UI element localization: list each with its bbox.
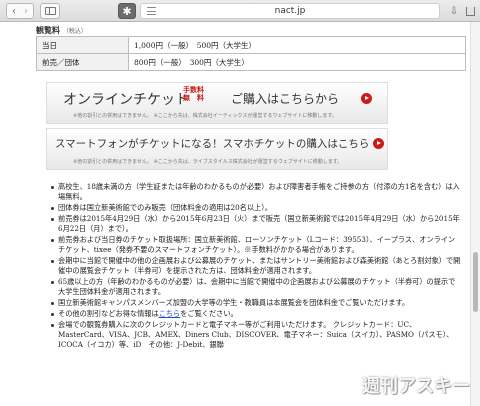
extension-button[interactable]: ✱	[118, 3, 136, 19]
list-item: 会期中に当館で開催中の他の企画展および公募展のチケット、またはサントリー美術館お…	[50, 256, 462, 277]
fees-heading-note: （税込）	[62, 28, 87, 35]
list-item: 65歳以上の方（年齢のわかるものが必要）は、会期中に当館で開催中の企画展および公…	[50, 277, 462, 298]
back-icon[interactable]: ‹	[8, 6, 20, 17]
fees-table: 当日 1,000円（一般） 500円（大学生） 前売／団体 800円（一般） 3…	[36, 36, 466, 71]
share-button[interactable]	[462, 3, 478, 19]
list-item: 前売券および当日券のチケット取扱場所：国立新美術館、ローソンチケット（Lコード：…	[50, 235, 462, 256]
scrollbar-thumb[interactable]	[473, 252, 478, 312]
discount-info-text: その他の割引などお得な情報は	[58, 309, 159, 319]
extension-icon: ✱	[122, 4, 132, 18]
online-ticket-banner[interactable]: オンラインチケット 手数料 無 料 ご購入はこちらから ※他の割引との併用はでき…	[46, 82, 388, 124]
discount-info-text-end: をご覧ください。	[180, 309, 238, 319]
page-content: 観覧料 （税込） 当日 1,000円（一般） 500円（大学生） 前売／団体 8…	[30, 22, 470, 406]
list-item: 前売券は2015年4月29日（水）から2015年6月23日（火）まで販売（国立新…	[50, 214, 462, 235]
notes-list: 高校生、18歳未満の方（学生証または年齢のわかるものが必要）および障害者手帳をご…	[50, 182, 462, 351]
fee-value: 1,000円（一般） 500円（大学生）	[128, 36, 466, 54]
fee-label: 当日	[36, 36, 129, 54]
arrow-right-icon	[361, 93, 372, 104]
online-ticket-title: オンラインチケット	[63, 92, 189, 108]
smartphone-ticket-note: ※他の割引との併用はできません。 ※ここから先は、ライブスタイルス株式会社が運営…	[73, 159, 343, 165]
sidebar-icon	[44, 7, 56, 15]
watermark-logo: 週刊アスキー	[362, 376, 470, 397]
fees-heading: 観覧料 （税込）	[36, 25, 87, 36]
url-text: nact.jp	[274, 6, 306, 16]
free-fee-badge: 手数料 無 料	[183, 86, 204, 102]
sidebar-button[interactable]	[40, 3, 60, 19]
vertical-scrollbar[interactable]	[470, 22, 480, 406]
smartphone-ticket-title: スマートフォンがチケットになる！スマホチケットの購入はこちら	[55, 138, 370, 150]
table-row: 当日 1,000円（一般） 500円（大学生）	[36, 36, 466, 54]
list-item: その他の割引などお得な情報はこちらをご覧ください。	[50, 309, 462, 319]
forward-icon[interactable]: ›	[20, 6, 32, 17]
browser-window: ‹ › ✱ nact.jp ⇩ 観覧料 （税込） 当日 1,000円（一般） 5…	[0, 0, 480, 406]
download-icon: ⇩	[449, 5, 459, 17]
online-ticket-note: ※他の割引との併用はできません。 ※ここから先は、株式会社イーティックスが運営す…	[73, 113, 337, 119]
arrow-right-icon	[373, 138, 384, 149]
table-row: 前売／団体 800円（一般） 300円（大学生）	[36, 53, 466, 71]
smartphone-ticket-banner[interactable]: スマートフォンがチケットになる！スマホチケットの購入はこちら ※他の割引との併用…	[46, 128, 388, 170]
address-bar[interactable]: nact.jp	[140, 3, 440, 19]
share-icon	[465, 6, 475, 16]
list-item: 国立新美術館キャンパスメンバーズ加盟の大学等の学生・教職員は本展覧会を団体料金で…	[50, 298, 462, 308]
fee-value: 800円（一般） 300円（大学生）	[128, 53, 466, 71]
list-item: 高校生、18歳未満の方（学生証または年齢のわかるものが必要）および障害者手帳をご…	[50, 182, 462, 203]
list-item: 会場での観覧券購入に次のクレジットカードと電子マネー等がご利用いただけます。 ク…	[50, 320, 462, 351]
free-fee-badge-line1: 手数料	[183, 86, 204, 94]
browser-toolbar: ‹ › ✱ nact.jp ⇩	[0, 0, 480, 22]
fees-heading-text: 観覧料	[36, 26, 60, 35]
back-forward-buttons[interactable]: ‹ ›	[6, 3, 34, 19]
list-item: 団体券は国立新美術館でのみ販売（団体料金の適用は20名以上）。	[50, 203, 462, 213]
fee-label: 前売／団体	[36, 53, 129, 71]
download-button[interactable]: ⇩	[446, 3, 462, 19]
discount-info-link[interactable]: こちら	[159, 309, 181, 318]
online-ticket-cta: ご購入はこちらから	[231, 92, 340, 106]
free-fee-badge-line2: 無 料	[183, 94, 204, 102]
reader-menu-icon[interactable]	[147, 7, 156, 15]
